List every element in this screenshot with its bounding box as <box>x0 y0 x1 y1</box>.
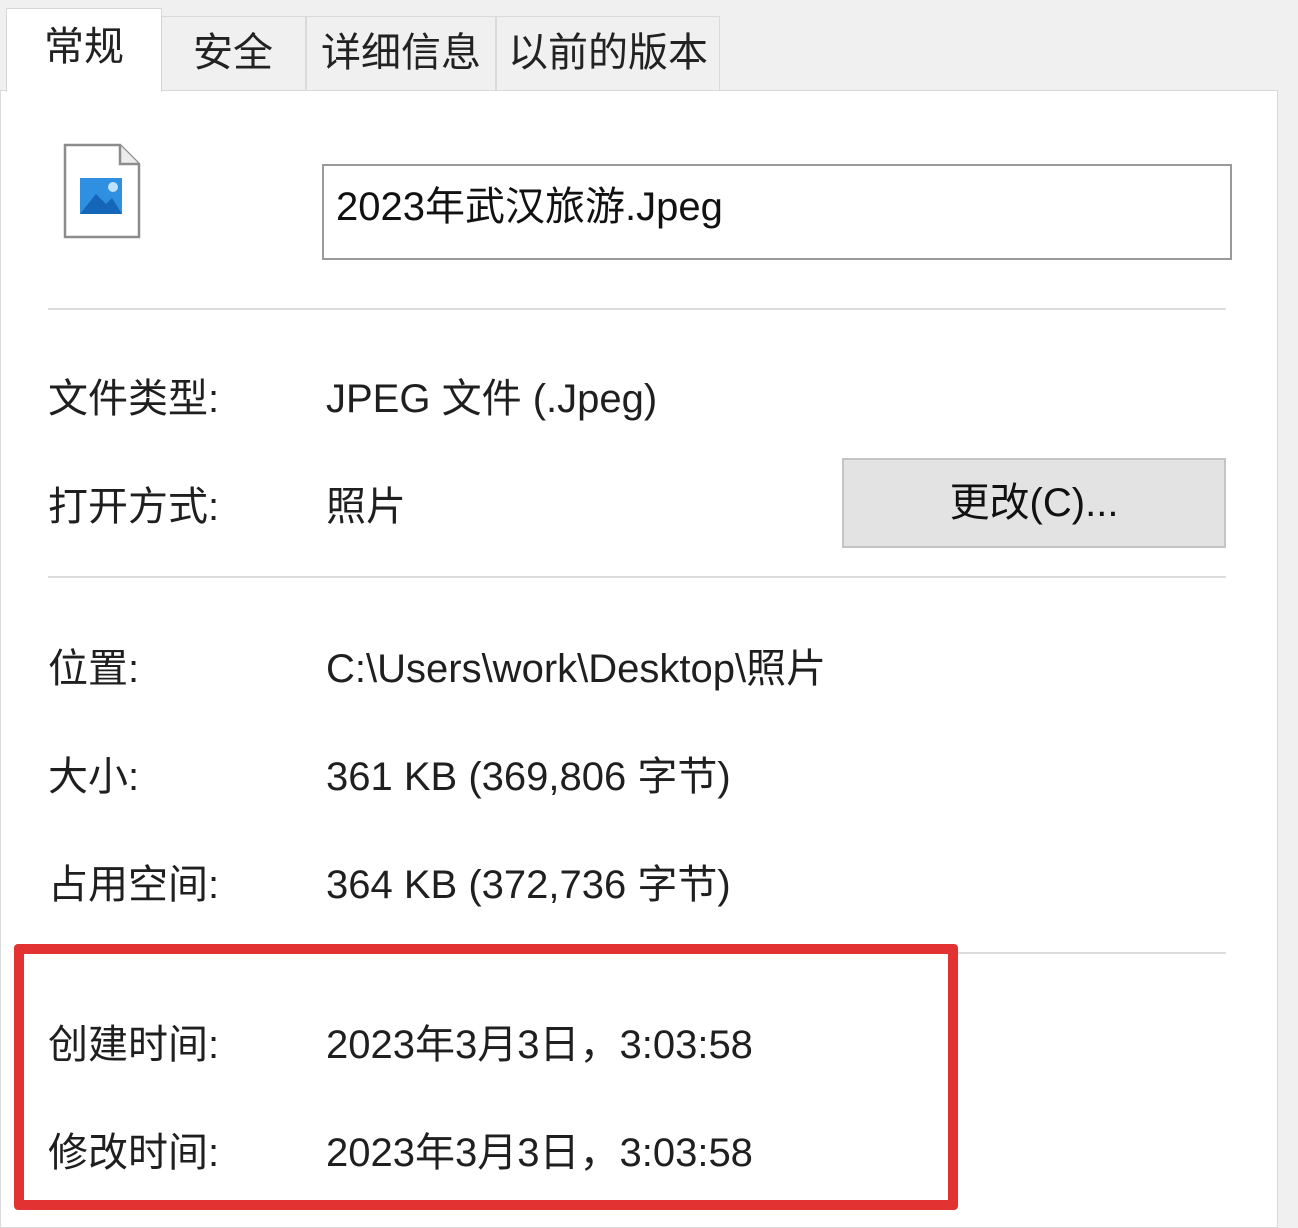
size-on-disk-label: 占用空间: <box>48 863 220 907</box>
opens-with-label: 打开方式: <box>48 485 220 529</box>
tab-details[interactable]: 详细信息 <box>306 16 496 90</box>
tab-general[interactable]: 常规 <box>6 8 162 92</box>
location-label: 位置: <box>48 647 140 691</box>
divider <box>48 308 1226 310</box>
size-on-disk-value: 364 KB (372,736 字节) <box>326 863 731 907</box>
image-file-icon <box>62 142 142 245</box>
divider <box>48 576 1226 578</box>
highlight-box <box>14 944 958 1210</box>
location-value: C:\Users\work\Desktop\照片 <box>326 647 827 691</box>
tab-security[interactable]: 安全 <box>160 16 306 90</box>
file-type-value: JPEG 文件 (.Jpeg) <box>326 377 658 421</box>
file-name-field[interactable]: 2023年武汉旅游.Jpeg <box>322 164 1232 260</box>
change-button[interactable]: 更改(C)... <box>842 458 1226 548</box>
size-value: 361 KB (369,806 字节) <box>326 755 731 799</box>
opens-with-value: 照片 <box>326 485 406 529</box>
file-type-label: 文件类型: <box>48 377 220 421</box>
size-label: 大小: <box>48 755 140 799</box>
tab-previous-versions[interactable]: 以前的版本 <box>496 16 720 90</box>
